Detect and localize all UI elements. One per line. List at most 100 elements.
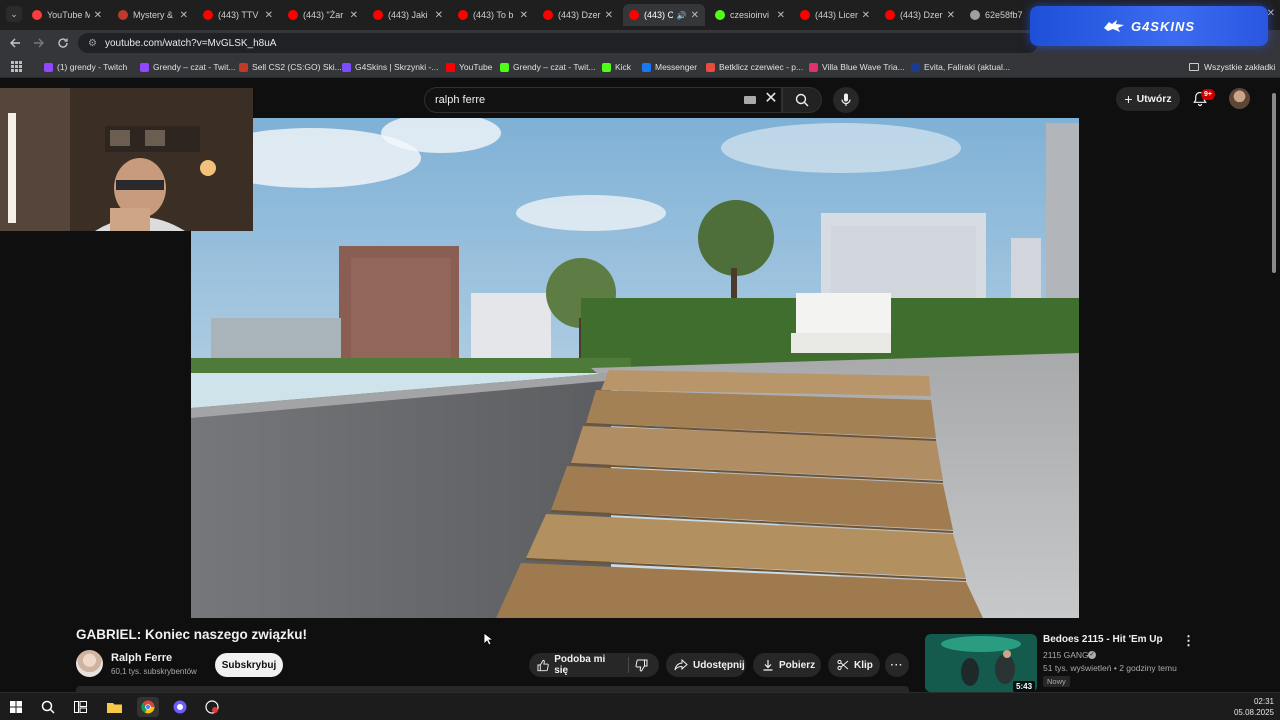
more-actions-button[interactable]: ··· [885,653,909,677]
search-icon [41,700,55,714]
tab-search-button[interactable]: ⌄ [6,6,22,22]
app-taskbar-button-1[interactable] [169,697,191,717]
tab-close-icon[interactable]: ✕ [777,10,785,21]
browser-tab[interactable]: (443) C 🔊 ✕ [623,4,705,26]
channel-avatar[interactable] [76,650,103,677]
reload-button[interactable] [55,35,71,51]
bookmark-item[interactable]: Kick [602,60,631,74]
tab-close-icon[interactable]: ✕ [862,10,870,21]
bookmark-label: Messenger [655,62,698,72]
system-clock[interactable]: 02:31 05.08.2025 [1234,696,1274,718]
tab-favicon-icon [373,10,383,20]
tab-close-icon[interactable]: ✕ [605,10,613,21]
forward-button[interactable] [31,35,47,51]
wolf-logo-icon [1103,20,1124,32]
clip-button[interactable]: Klip [828,653,880,677]
scrollbar-thumb[interactable] [1272,93,1276,273]
account-avatar[interactable] [1229,88,1250,109]
url-field[interactable]: ⚙ youtube.com/watch?v=MvGLSK_h8uA [78,33,1038,53]
like-button[interactable]: Podoba mi się [529,653,618,677]
more-horizontal-icon: ··· [890,659,904,671]
recommended-video-channel[interactable]: 2115 GANG [1043,650,1089,660]
download-icon [763,660,773,671]
browser-tab[interactable]: (443) Dzer ✕ [537,4,619,26]
tab-close-icon[interactable]: ✕ [947,10,955,21]
tab-close-icon[interactable]: ✕ [94,10,102,21]
back-button[interactable] [7,35,23,51]
browser-tab[interactable]: Mystery & ✕ [112,4,194,26]
recommended-video-title[interactable]: Bedoes 2115 - Hit 'Em Up [1043,634,1163,645]
tab-favicon-icon [885,10,895,20]
tab-close-icon[interactable]: ✕ [520,10,528,21]
bookmark-favicon-icon [706,62,715,72]
video-player[interactable] [191,118,1079,618]
bookmark-item[interactable]: Evita, Faliraki (aktual... [911,60,1010,74]
like-dislike-group: Podoba mi się [529,653,659,677]
bookmark-item[interactable]: Messenger [642,60,697,74]
url-text: youtube.com/watch?v=MvGLSK_h8uA [104,37,277,49]
start-button[interactable] [5,697,27,717]
bookmark-item[interactable]: Villa Blue Wave Tria... [809,60,905,74]
bookmark-item[interactable]: YouTube [446,60,492,74]
browser-tab[interactable]: czesioinvi ✕ [709,4,791,26]
tab-close-icon[interactable]: ✕ [180,10,188,21]
webcam-overlay [0,88,253,231]
browser-tab[interactable]: (443) Licer ✕ [794,4,876,26]
verified-check-icon: ✓ [1088,651,1096,659]
search-button[interactable] [782,87,822,113]
channel-name[interactable]: Ralph Ferre [111,652,172,664]
clip-label: Klip [854,659,873,671]
bookmarks-bar: (1) grendy - Twitch Grendy – czat - Twit.… [0,56,1280,78]
download-button[interactable]: Pobierz [753,653,821,677]
recommended-more-vertical-icon[interactable]: ⋮ [1182,634,1195,650]
speaker-icon[interactable]: 🔊 [677,11,687,20]
bookmark-item[interactable]: Betklicz czerwiec - p... [706,60,803,74]
apps-grid-icon[interactable] [11,61,22,72]
all-bookmarks-button[interactable]: Wszystkie zakładki [1189,60,1275,74]
browser-tab[interactable]: (443) Dzer ✕ [879,4,961,26]
create-label: Utwórz [1136,93,1172,105]
bookmark-item[interactable]: Sell CS2 (CS:GO) Ski... [239,60,342,74]
voice-search-button[interactable] [833,87,859,113]
app-taskbar-button-2[interactable] [201,697,223,717]
video-title: GABRIEL: Koniec naszego związku! [76,627,308,642]
subscribe-button[interactable]: Subskrybuj [215,653,283,677]
tab-title: (443) To b [473,10,514,20]
tab-favicon-icon [32,10,42,20]
bookmark-item[interactable]: (1) grendy - Twitch [44,60,127,74]
bookmark-item[interactable]: Grendy – czat - Twit... [500,60,596,74]
keyboard-icon[interactable] [744,96,756,104]
task-view-button[interactable] [69,697,91,717]
site-info-icon[interactable]: ⚙ [88,38,97,49]
tab-close-icon[interactable]: ✕ [265,10,273,21]
taskbar-search-button[interactable] [37,697,59,717]
search-query: ralph ferre [435,94,486,106]
scissors-icon [837,659,849,671]
search-input[interactable]: ralph ferre [424,87,782,113]
clear-search-icon[interactable]: ✕ [762,90,780,108]
tab-favicon-icon [288,10,298,20]
bookmark-item[interactable]: Grendy – czat - Twit... [140,60,236,74]
microphone-icon [841,93,851,106]
file-explorer-button[interactable] [103,697,125,717]
tab-close-icon[interactable]: ✕ [435,10,443,21]
bookmark-item[interactable]: G4Skins | Skrzynki -... [342,60,438,74]
dislike-button[interactable] [629,659,659,672]
tab-close-icon[interactable]: ✕ [691,10,699,21]
folder-icon [1189,63,1199,71]
share-button[interactable]: Udostępnij [666,653,746,677]
browser-tab[interactable]: (443) To b ✕ [452,4,534,26]
browser-tab[interactable]: YouTube M ✕ [26,4,108,26]
bookmark-label: Grendy – czat - Twit... [153,62,236,72]
tab-close-icon[interactable]: ✕ [350,10,358,21]
notification-count-badge: 9+ [1201,89,1215,100]
all-bookmarks-label: Wszystkie zakładki [1204,62,1276,72]
tab-favicon-icon [458,10,468,20]
bookmark-label: Grendy – czat - Twit... [513,62,596,72]
browser-tab[interactable]: (443) TTV ✕ [197,4,279,26]
chrome-taskbar-button[interactable] [137,697,159,717]
mouse-cursor-icon [483,632,493,646]
create-button[interactable]: + Utwórz [1116,87,1180,111]
browser-tab[interactable]: (443) "Żar ✕ [282,4,364,26]
browser-tab[interactable]: (443) Jaki ✕ [367,4,449,26]
